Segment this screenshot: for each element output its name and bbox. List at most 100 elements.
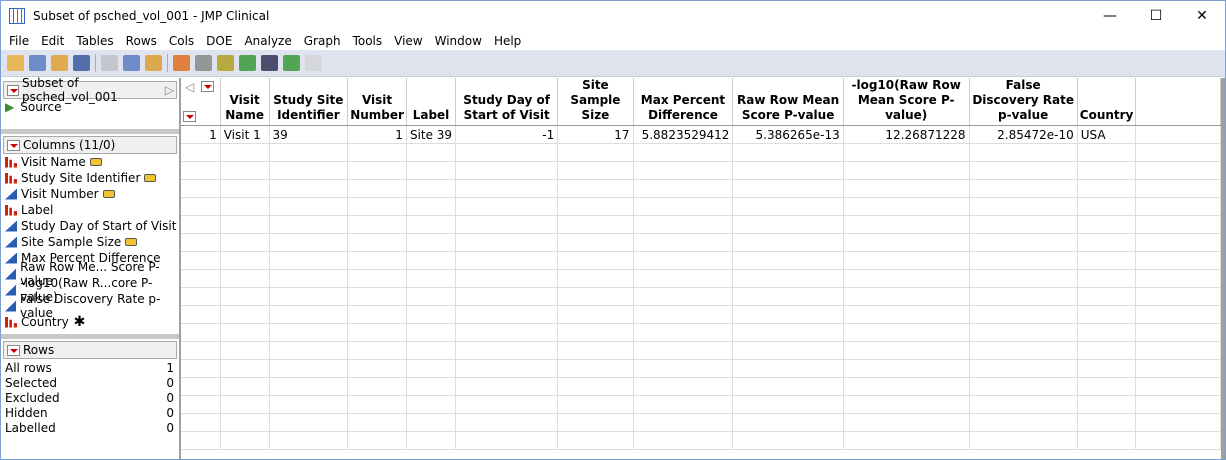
table-cell[interactable]: [269, 377, 349, 396]
copy-icon[interactable]: [123, 55, 140, 71]
table-cell[interactable]: [843, 359, 970, 378]
menu-help[interactable]: Help: [488, 34, 527, 48]
table-cell[interactable]: [220, 251, 270, 270]
table-cell[interactable]: [843, 287, 970, 306]
table-cell[interactable]: [406, 359, 457, 378]
table-cell[interactable]: [633, 179, 734, 198]
table-cell[interactable]: [455, 287, 559, 306]
row-number[interactable]: [181, 431, 221, 450]
table-cell[interactable]: [406, 341, 457, 360]
table-cell[interactable]: [1077, 323, 1137, 342]
table-cell[interactable]: [269, 251, 349, 270]
table-cell[interactable]: [843, 377, 970, 396]
column-header[interactable]: Site Sample Size: [557, 78, 634, 126]
table-cell[interactable]: [969, 413, 1078, 432]
table-cell[interactable]: [843, 233, 970, 252]
table-cell[interactable]: [455, 251, 559, 270]
table-cell[interactable]: [455, 161, 559, 180]
table-cell[interactable]: [406, 161, 457, 180]
table-cell[interactable]: [347, 233, 407, 252]
table-cell[interactable]: Site 39: [406, 125, 457, 144]
table-cell[interactable]: [843, 161, 970, 180]
row-number[interactable]: [181, 179, 221, 198]
table-cell[interactable]: [1077, 341, 1137, 360]
table-cell[interactable]: [969, 179, 1078, 198]
table-cell[interactable]: [843, 323, 970, 342]
table-cell[interactable]: [347, 431, 407, 450]
collapse-arrow-icon[interactable]: ▷: [165, 83, 174, 97]
table-cell[interactable]: [269, 143, 349, 162]
table-cell[interactable]: [843, 305, 970, 324]
column-header[interactable]: Visit Name: [220, 78, 270, 126]
table-cell[interactable]: [269, 161, 349, 180]
column-header[interactable]: Raw Row Mean Score P-value: [732, 78, 844, 126]
column-header[interactable]: Max Percent Difference: [633, 78, 734, 126]
table-cell[interactable]: [406, 143, 457, 162]
table-row[interactable]: [181, 359, 1221, 378]
table-cell[interactable]: [732, 305, 844, 324]
paste-icon[interactable]: [145, 55, 162, 71]
table-cell[interactable]: [633, 161, 734, 180]
table-cell[interactable]: [269, 287, 349, 306]
table-cell[interactable]: [557, 197, 634, 216]
column-item[interactable]: Label: [1, 202, 179, 218]
table-cell[interactable]: 17: [557, 125, 634, 144]
table-cell[interactable]: [1077, 215, 1137, 234]
table-cell[interactable]: [1077, 269, 1137, 288]
table-cell[interactable]: [1077, 179, 1137, 198]
table-cell[interactable]: [633, 251, 734, 270]
rows-red-triangle-icon[interactable]: [183, 111, 196, 122]
table-row[interactable]: [181, 395, 1221, 414]
table-cell[interactable]: [1077, 395, 1137, 414]
open-icon[interactable]: [51, 55, 68, 71]
table-cell[interactable]: [406, 215, 457, 234]
minimize-button[interactable]: —: [1087, 1, 1133, 31]
column-item[interactable]: Site Sample Size: [1, 234, 179, 250]
table-cell[interactable]: [1077, 431, 1137, 450]
table-cell[interactable]: [843, 143, 970, 162]
table-cell[interactable]: [969, 323, 1078, 342]
table-cell[interactable]: [969, 377, 1078, 396]
table-cell[interactable]: [347, 215, 407, 234]
table-cell[interactable]: [843, 413, 970, 432]
table-cell[interactable]: [406, 287, 457, 306]
red-triangle-menu-icon[interactable]: [7, 344, 20, 356]
table-cell[interactable]: [732, 287, 844, 306]
table-cell[interactable]: [557, 179, 634, 198]
table-cell[interactable]: [969, 143, 1078, 162]
table-cell[interactable]: [220, 287, 270, 306]
table-cell[interactable]: [557, 413, 634, 432]
new-script-icon[interactable]: [29, 55, 46, 71]
table-cell[interactable]: [455, 233, 559, 252]
table-row[interactable]: [181, 197, 1221, 216]
row-number[interactable]: [181, 161, 221, 180]
column-item[interactable]: Study Site Identifier: [1, 170, 179, 186]
table-cell[interactable]: [455, 431, 559, 450]
table-cell[interactable]: [732, 161, 844, 180]
table-cell[interactable]: [969, 269, 1078, 288]
row-number[interactable]: [181, 233, 221, 252]
table-cell[interactable]: [347, 359, 407, 378]
close-button[interactable]: ✕: [1179, 1, 1225, 31]
row-number[interactable]: [181, 359, 221, 378]
table-cell[interactable]: [269, 413, 349, 432]
table-cell[interactable]: [269, 233, 349, 252]
table-cell[interactable]: [347, 341, 407, 360]
table-cell[interactable]: [969, 431, 1078, 450]
table-cell[interactable]: [455, 377, 559, 396]
table-cell[interactable]: [347, 197, 407, 216]
table-cell[interactable]: [732, 323, 844, 342]
table-row[interactable]: 1 Visit 1 39 1 Site 39 -1 17 5.8823529412 5.3862…: [181, 125, 1221, 144]
table-cell[interactable]: [406, 413, 457, 432]
table-cell[interactable]: [455, 395, 559, 414]
row-number[interactable]: [181, 269, 221, 288]
table-cell[interactable]: Visit 1: [220, 125, 270, 144]
table-cell[interactable]: [843, 395, 970, 414]
collapse-arrow-icon[interactable]: ◁: [185, 80, 194, 95]
table-cell[interactable]: [269, 197, 349, 216]
table-cell[interactable]: [269, 395, 349, 414]
table-cell[interactable]: [1077, 251, 1137, 270]
table-cell[interactable]: [269, 269, 349, 288]
table-row[interactable]: [181, 161, 1221, 180]
table-cell[interactable]: [220, 305, 270, 324]
